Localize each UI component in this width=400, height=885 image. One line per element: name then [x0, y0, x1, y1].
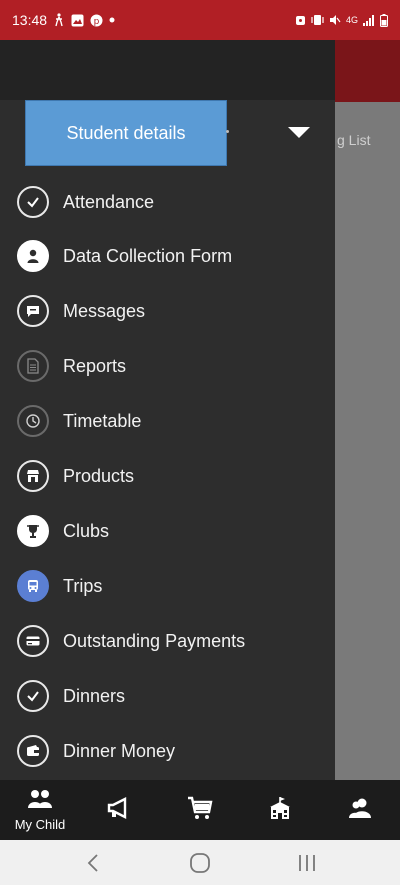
menu-item-label: Data Collection Form [63, 245, 233, 266]
menu-item-label: Outstanding Payments [63, 630, 246, 651]
menu-item-clubs[interactable]: Clubs [0, 505, 335, 557]
children-icon [28, 789, 52, 814]
menu-item-label: Trips [63, 575, 103, 596]
status-time: 13:48 [12, 12, 48, 28]
person-icon [17, 240, 49, 272]
menu-item-label: Dinners [63, 685, 126, 706]
wallet-icon [17, 735, 49, 767]
activity-icon [53, 13, 65, 27]
cart-icon [187, 795, 213, 826]
contacts-icon [347, 797, 373, 824]
menu-item-timetable[interactable]: Timetable [0, 395, 335, 447]
nav-my-child[interactable]: My Child [0, 780, 80, 840]
student-selector-label: Student details [66, 122, 186, 143]
recents-icon[interactable] [287, 843, 327, 883]
nav-label: My Child [14, 816, 66, 832]
menu-item-data-collection-form[interactable]: Data Collection Form [0, 230, 335, 282]
bottom-navigation: My Child [0, 780, 400, 840]
navigation-drawer: Student details Attendance Data Collecti… [0, 40, 335, 780]
menu-item-label: Clubs [63, 520, 110, 541]
menu-item-outstanding-payments[interactable]: Outstanding Payments [0, 615, 335, 667]
menu-item-label: Products [63, 465, 135, 486]
background-header [335, 40, 400, 102]
system-navigation-bar [0, 840, 400, 885]
card-icon [17, 625, 49, 657]
notification-dot-icon [109, 17, 115, 23]
menu-item-label: Reports [63, 355, 127, 376]
pinterest-icon: p [90, 14, 103, 27]
signal-icon [363, 14, 375, 26]
menu-item-dinners[interactable]: Dinners [0, 670, 335, 722]
chat-icon [17, 295, 49, 327]
menu-item-label: Dinner Money [63, 740, 176, 761]
trophy-icon [17, 515, 49, 547]
chevron-down-icon[interactable] [288, 127, 310, 138]
status-bar: 13:48 p 4G [0, 0, 400, 40]
shop-icon [17, 460, 49, 492]
school-icon [267, 795, 293, 826]
nav-contacts[interactable] [320, 780, 400, 840]
menu-item-products[interactable]: Products [0, 450, 335, 502]
check-icon [17, 186, 49, 218]
alarm-icon [295, 14, 306, 26]
student-selector[interactable]: Student details [25, 100, 227, 166]
background-partial-text: g List [337, 132, 371, 148]
network-type: 4G [345, 15, 358, 25]
menu-item-messages[interactable]: Messages [0, 285, 335, 337]
menu-item-label: Attendance [63, 191, 155, 212]
background-screen[interactable]: g List [335, 40, 400, 780]
selector-indicator [226, 130, 229, 133]
mute-icon [329, 14, 341, 26]
nav-shop[interactable] [160, 780, 240, 840]
bus-icon [17, 570, 49, 602]
battery-icon [380, 13, 388, 27]
check-icon [17, 680, 49, 712]
svg-text:p: p [94, 17, 100, 27]
menu-item-trips[interactable]: Trips [0, 560, 335, 612]
clock-icon [17, 405, 49, 437]
vibrate-icon [311, 14, 324, 26]
menu-item-reports[interactable]: Reports [0, 340, 335, 392]
home-icon[interactable] [180, 843, 220, 883]
back-icon[interactable] [73, 843, 113, 883]
nav-school[interactable] [240, 780, 320, 840]
menu-item-dinner-money[interactable]: Dinner Money [0, 725, 335, 777]
menu-item-label: Messages [63, 300, 146, 321]
menu-item-label: Timetable [63, 410, 142, 431]
gallery-icon [71, 14, 84, 27]
menu-item-attendance[interactable]: Attendance [0, 176, 335, 228]
drawer-header [0, 40, 335, 100]
document-icon [17, 350, 49, 382]
megaphone-icon [107, 796, 133, 825]
nav-announcements[interactable] [80, 780, 160, 840]
